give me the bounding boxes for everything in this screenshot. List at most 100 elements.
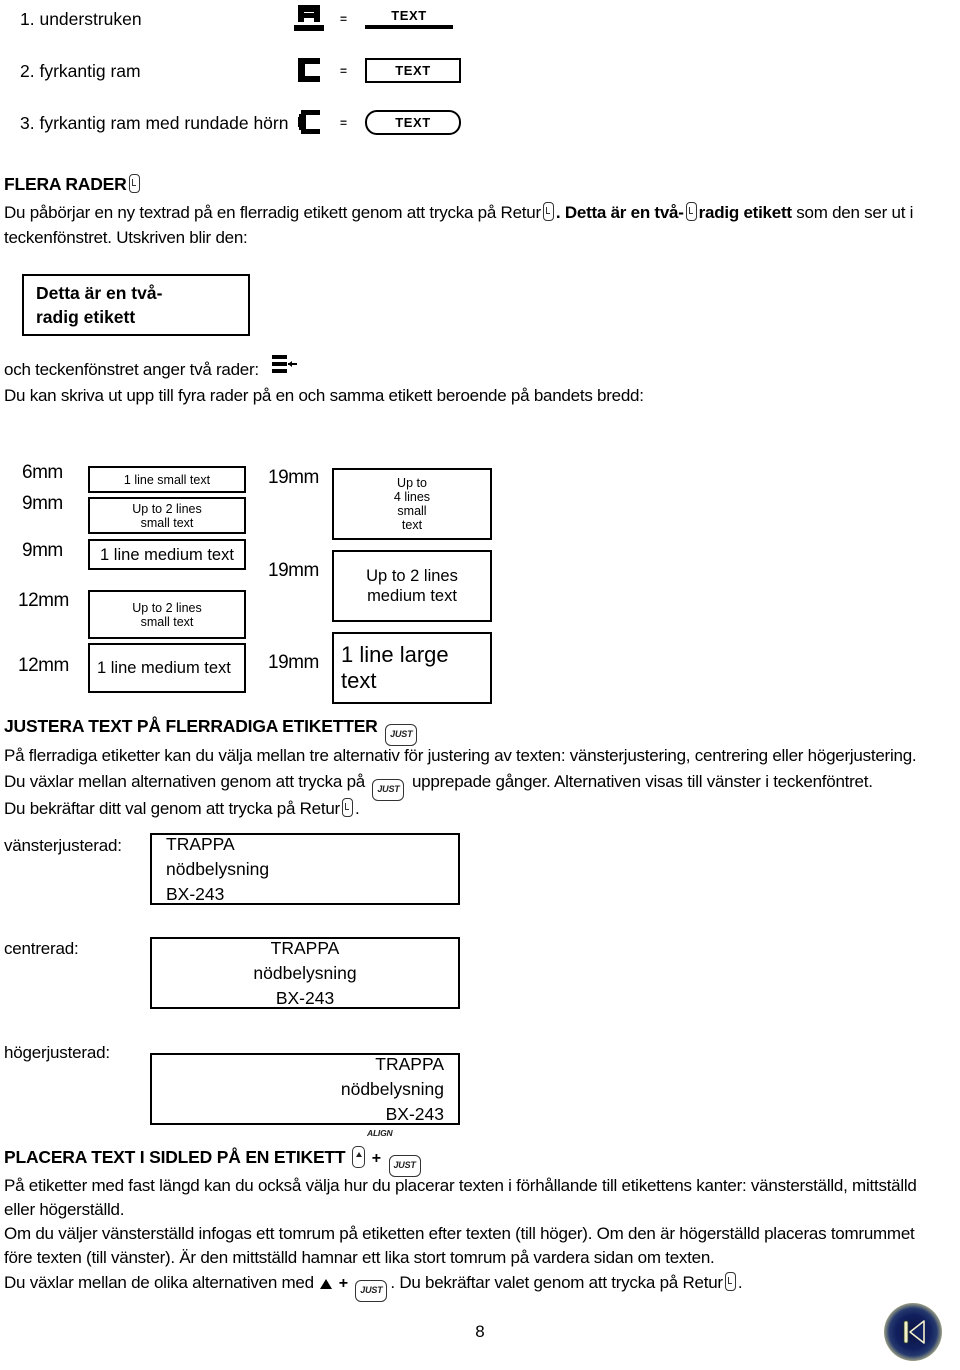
- tape-sample-text: Up to 2 lines small text: [132, 501, 202, 530]
- tape-sample-text: 1 line small text: [123, 472, 211, 487]
- return-key-icon: [685, 202, 697, 221]
- justify-line: BX-243: [275, 987, 335, 1008]
- sample-text: TEXT: [391, 7, 427, 23]
- paragraph-placera-2: eller högerställd.: [4, 1200, 125, 1219]
- paragraph-flera-rader-2: teckenfönstret. Utskriven blir den:: [4, 228, 248, 247]
- skip-to-start-icon: [903, 1320, 925, 1344]
- just-key-icon[interactable]: JUST: [355, 1280, 388, 1302]
- page-number: 8: [475, 1322, 485, 1341]
- up-arrow-key-icon[interactable]: [352, 1146, 366, 1168]
- justify-example-box-left: TRAPPA nödbelysning BX-243: [150, 833, 460, 905]
- tape-sample-text: Up to 2 lines small text: [132, 600, 202, 629]
- underline-frame-icon: [294, 5, 324, 31]
- text-segment: . Du bekräftar valet genom att trycka på…: [390, 1273, 723, 1292]
- tape-sample-box: 1 line medium text: [88, 539, 246, 570]
- just-key-icon[interactable]: JUST: [385, 724, 418, 746]
- frame-sample: TEXT: [365, 4, 453, 32]
- justify-line: nödbelysning: [253, 962, 357, 983]
- text-segment: Du påbörjar en ny textrad på en flerradi…: [4, 203, 541, 222]
- section-heading-flera-rader: FLERA RADER: [4, 174, 142, 195]
- return-key-icon: [341, 798, 353, 817]
- tape-size-label: 6mm: [22, 462, 63, 483]
- section-heading-placera-text: PLACERA TEXT I SIDLED PÅ EN ETIKETT + JU…: [4, 1146, 424, 1177]
- tape-size-label: 9mm: [22, 540, 63, 561]
- paragraph-flera-rader-1: Du påbörjar en ny textrad på en flerradi…: [4, 202, 913, 223]
- paragraph-justera-3: Du bekräftar ditt val genom att trycka p…: [4, 798, 360, 818]
- return-key-icon: [724, 1272, 736, 1291]
- section-heading-text: JUSTERA TEXT PÅ FLERRADIGA ETIKETTER: [4, 716, 378, 736]
- tape-size-label: 19mm: [268, 467, 319, 488]
- text-segment: Du växlar mellan de olika alternativen m…: [4, 1273, 314, 1292]
- tape-sample-text: Up to 4 lines small text: [393, 476, 431, 532]
- section-heading-text: PLACERA TEXT I SIDLED PÅ EN ETIKETT: [4, 1147, 346, 1167]
- frame-option-row: 3. fyrkantig ram med rundade hörn = TEXT: [20, 109, 940, 154]
- tape-sample-box: Up to 2 lines small text: [88, 497, 246, 534]
- justify-caption-right: högerjusterad:: [4, 1043, 110, 1062]
- justify-caption-center: centrerad:: [4, 939, 79, 958]
- tape-sample-text: Up to 2 lines medium text: [366, 567, 458, 605]
- tape-size-label: 19mm: [268, 560, 319, 581]
- text-segment: Du växlar mellan alternativen genom att …: [4, 772, 365, 791]
- return-key-icon: [128, 174, 140, 193]
- printed-label-line: Detta är en två-: [36, 283, 163, 303]
- tape-size-label: 12mm: [18, 655, 69, 676]
- rounded-frame-icon: [298, 110, 320, 134]
- justify-line: TRAPPA: [166, 833, 235, 854]
- printed-label-box: Detta är en två- radig etikett: [22, 274, 250, 336]
- paragraph-placera-4: före texten (till vänster). Är den mitts…: [4, 1248, 715, 1267]
- paragraph-placera-5: Du växlar mellan de olika alternativen m…: [4, 1272, 743, 1302]
- frame-option-label: 3. fyrkantig ram med rundade hörn: [20, 113, 289, 133]
- tape-size-label: 19mm: [268, 652, 319, 673]
- sample-text: TEXT: [395, 62, 431, 78]
- tape-sample-box: Up to 4 lines small text: [332, 468, 492, 540]
- paragraph-placera-1: På etiketter med fast längd kan du också…: [4, 1176, 917, 1195]
- paragraph-flera-rader-4: Du kan skriva ut upp till fyra rader på …: [4, 386, 644, 405]
- frame-sample: TEXT: [365, 56, 461, 84]
- sample-text: TEXT: [395, 114, 431, 130]
- justify-line: TRAPPA: [375, 1053, 444, 1074]
- frame-option-row: 2. fyrkantig ram = TEXT: [20, 56, 940, 102]
- tape-sample-box: Up to 2 lines small text: [88, 590, 246, 639]
- tape-sample-text: 1 line medium text: [97, 659, 231, 677]
- justify-line: nödbelysning: [340, 1078, 444, 1099]
- printed-label-line: radig etikett: [36, 307, 136, 327]
- plus-sign: +: [338, 1275, 348, 1292]
- text-segment: upprepade gånger. Alternativen visas til…: [411, 772, 873, 791]
- equals-sign: =: [340, 64, 348, 78]
- tape-size-label: 9mm: [22, 493, 63, 514]
- triangle-up-icon: [320, 1279, 333, 1289]
- return-key-icon: [542, 202, 554, 221]
- section-heading-justera-text: JUSTERA TEXT PÅ FLERRADIGA ETIKETTER JUS…: [4, 716, 420, 746]
- frame-option-label: 2. fyrkantig ram: [20, 61, 141, 81]
- document-page: 1. understruken = TEXT 2. fyrkantig ram …: [0, 0, 960, 1370]
- just-key-icon[interactable]: JUST: [388, 1155, 421, 1177]
- justify-line: BX-243: [166, 883, 225, 904]
- display-lines-icon: [272, 355, 297, 373]
- paragraph-flera-rader-3: och teckenfönstret anger två rader:: [4, 360, 259, 379]
- tape-size-label: 12mm: [18, 590, 69, 611]
- text-segment: Detta är en två-: [564, 203, 684, 222]
- square-frame-icon: [298, 58, 320, 82]
- justify-example-box-right: TRAPPA nödbelysning BX-243: [150, 1053, 460, 1125]
- tape-sample-box: 1 line medium text: [88, 643, 246, 693]
- justify-line: nödbelysning: [166, 858, 270, 879]
- equals-sign: =: [340, 12, 348, 26]
- just-key-icon[interactable]: JUST: [372, 779, 405, 801]
- justify-example-box-center: TRAPPA nödbelysning BX-243: [150, 937, 460, 1009]
- tape-sample-box: 1 line large text: [332, 632, 492, 704]
- paragraph-justera-1: På flerradiga etiketter kan du välja mel…: [4, 746, 917, 765]
- text-segment: Du bekräftar ditt val genom att trycka p…: [4, 799, 340, 818]
- tape-sample-box: Up to 2 lines medium text: [332, 550, 492, 622]
- tape-sample-text: 1 line medium text: [100, 545, 234, 564]
- tape-sample-box: 1 line small text: [88, 466, 246, 493]
- paragraph-justera-2: Du växlar mellan alternativen genom att …: [4, 772, 873, 801]
- equals-sign: =: [340, 116, 348, 130]
- text-segment: radig etikett: [698, 203, 792, 222]
- justify-caption-left: vänsterjusterad:: [4, 836, 122, 855]
- tape-sample-text: 1 line large text: [341, 642, 449, 693]
- text-segment: .: [555, 203, 565, 222]
- plus-sign: +: [371, 1150, 381, 1167]
- skip-to-start-button[interactable]: [884, 1303, 942, 1361]
- frame-option-row: 1. understruken = TEXT: [20, 4, 940, 50]
- justify-line: BX-243: [385, 1103, 444, 1124]
